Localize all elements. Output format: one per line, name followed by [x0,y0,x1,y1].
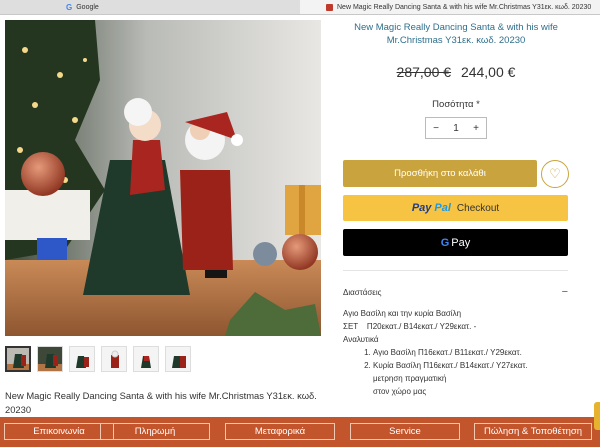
spec-line: μετρηση πραγματική [373,374,447,383]
footer-sales-installation-button[interactable]: Πώληση & Τοποθέτηση [474,423,592,440]
spec-line: Αναλυτικά [343,335,379,344]
thumbnail-4[interactable] [101,346,127,372]
dimensions-heading: Διαστάσεις [343,287,382,297]
product-title-below-image: New Magic Really Dancing Santa & with hi… [5,390,317,415]
paypal-checkout-label: Checkout [456,202,500,214]
google-pay-label: Pay [451,236,471,249]
browser-tab-google[interactable]: G Google [0,0,300,14]
product-title: New Magic Really Dancing Santa & with hi… [354,22,558,46]
collapse-minus-icon[interactable]: − [562,286,568,298]
browser-tab-bar: G Google New Magic Really Dancing Santa … [0,0,600,15]
quantity-label: Ποσότητα * [432,99,480,110]
browser-tab-product[interactable]: New Magic Really Dancing Santa & with hi… [300,0,600,14]
spec-line: ΣΕΤ Π20εκατ./ Β14εκατ./ Y29εκατ. - [343,322,477,331]
minus-icon[interactable]: − [426,123,446,134]
wishlist-button[interactable]: ♡ [541,160,569,188]
spec-line: Αγιο Βασίλη και την κυρία Βασίλη [343,309,462,318]
dimensions-accordion-header[interactable]: Διαστάσεις − [343,285,568,299]
current-price: 244,00 € [460,64,516,80]
divider [343,270,568,271]
add-to-cart-button[interactable]: Προσθήκη στο καλάθι [343,160,537,187]
product-main-image[interactable] [5,20,321,336]
spec-list-item: Κυρία Βασίλη Π16εκατ./ Β14εκατ./ Y27εκατ… [373,359,578,372]
browser-tab-label: New Magic Really Dancing Santa & with hi… [337,3,592,11]
old-price: 287,00 € [396,64,452,80]
google-icon: G [66,2,73,12]
price-block: 287,00 € 244,00 € [336,64,576,80]
spec-line: στον χώρο μας [373,387,427,396]
footer-payment-button[interactable]: Πληρωμή [100,423,210,440]
paypal-logo-part1: Pay [411,202,432,214]
browser-tab-label: Google [76,3,99,11]
plus-icon[interactable]: + [466,123,486,134]
thumbnail-1[interactable] [5,346,31,372]
dimensions-content: Αγιο Βασίλη και την κυρία Βασίλη ΣΕΤ Π20… [343,307,578,398]
footer-contact-button[interactable]: Επικοινωνία [4,423,114,440]
thumbnail-strip [5,346,191,372]
thumbnail-3[interactable] [69,346,95,372]
quantity-value[interactable]: 1 [446,123,466,134]
thumbnail-5[interactable] [133,346,159,372]
spec-list: Αγιο Βασίλη Π16εκατ./ Β11εκατ./ Y29εκατ.… [343,346,578,372]
paypal-checkout-button[interactable]: Pay Pal Checkout [343,195,568,221]
google-pay-button[interactable]: G Pay [343,229,568,256]
heart-icon: ♡ [549,166,561,181]
paypal-logo-part2: Pal [434,202,451,214]
footer-shipping-button[interactable]: Μεταφορικά [225,423,335,440]
footer-nav: Επικοινωνία Πληρωμή Μεταφορικά Service Π… [0,417,600,447]
thumbnail-2[interactable] [37,346,63,372]
footer-service-button[interactable]: Service [350,423,460,440]
quantity-stepper: − 1 + [425,117,487,139]
site-favicon [326,3,333,11]
spec-list-item: Αγιο Βασίλη Π16εκατ./ Β11εκατ./ Y29εκατ. [373,346,578,359]
google-g-icon: G [440,236,450,249]
side-scroll-tab[interactable] [594,402,600,430]
thumbnail-6[interactable] [165,346,191,372]
